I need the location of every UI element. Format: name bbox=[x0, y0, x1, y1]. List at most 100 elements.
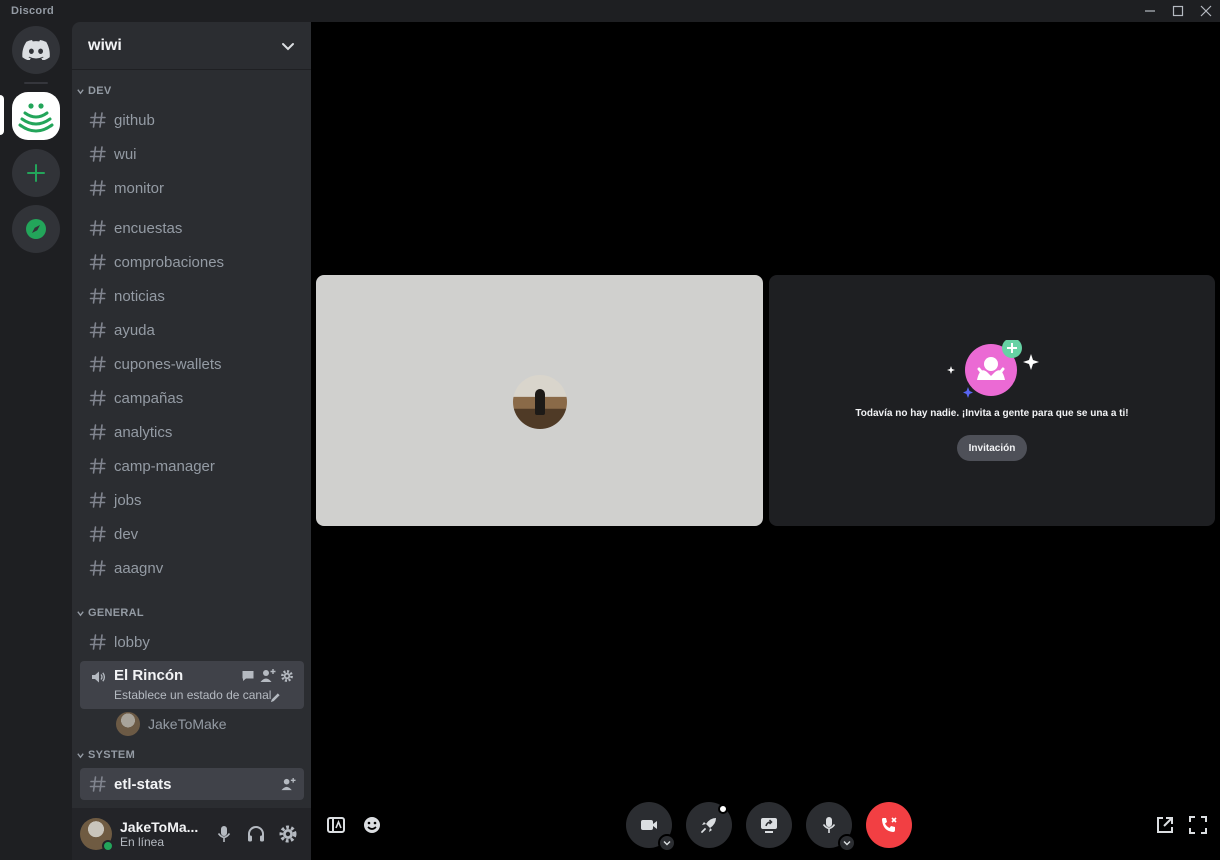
channel-label: comprobaciones bbox=[114, 253, 225, 271]
maximize-button[interactable] bbox=[1164, 0, 1192, 22]
settings-gear-icon[interactable] bbox=[278, 824, 298, 844]
user-status: En línea bbox=[120, 835, 165, 849]
disconnect-button[interactable] bbox=[866, 802, 912, 848]
call-stage: Todavía no hay nadie. ¡Invita a gente pa… bbox=[311, 22, 1220, 860]
channel-campanas[interactable]: campañas bbox=[80, 382, 304, 414]
category-label: DEV bbox=[88, 85, 112, 97]
voice-channel-el-rincon[interactable]: El Rincón Establece un estado de canal bbox=[80, 661, 304, 709]
channel-aaagnv[interactable]: aaagnv bbox=[80, 552, 304, 584]
channel-dev[interactable]: dev bbox=[80, 518, 304, 550]
hash-icon bbox=[89, 458, 106, 474]
plus-icon bbox=[27, 164, 45, 182]
maximize-icon bbox=[1172, 5, 1184, 17]
chevron-down-icon bbox=[77, 752, 84, 758]
activity-panel-icon[interactable] bbox=[325, 814, 347, 836]
channel-wui[interactable]: wui bbox=[80, 138, 304, 170]
channel-camp-manager[interactable]: camp-manager bbox=[80, 450, 304, 482]
rocket-icon bbox=[701, 818, 716, 833]
guild-name: wiwi bbox=[88, 36, 122, 54]
discord-logo-icon bbox=[22, 40, 50, 60]
hash-icon bbox=[89, 146, 106, 162]
mute-button[interactable] bbox=[806, 802, 856, 852]
channel-ayuda[interactable]: ayuda bbox=[80, 314, 304, 346]
channel-label: aaagnv bbox=[114, 559, 164, 577]
gear-icon[interactable] bbox=[280, 669, 294, 683]
add-member-icon[interactable] bbox=[260, 668, 276, 684]
channel-cupones-wallets[interactable]: cupones-wallets bbox=[80, 348, 304, 380]
channel-sidebar: wiwi DEV github wui monitor encuestas compro… bbox=[72, 22, 311, 860]
pencil-icon[interactable] bbox=[270, 692, 281, 703]
online-status-indicator bbox=[102, 840, 114, 852]
screen-share-button[interactable] bbox=[746, 802, 792, 848]
fullscreen-icon[interactable] bbox=[1187, 814, 1209, 836]
user-meta[interactable]: JakeToMa... En línea bbox=[120, 819, 198, 849]
guild-header[interactable]: wiwi bbox=[72, 22, 311, 70]
close-window-button[interactable] bbox=[1192, 0, 1220, 22]
activities-button[interactable] bbox=[686, 802, 732, 848]
video-camera-icon bbox=[641, 820, 657, 830]
hash-icon bbox=[89, 492, 106, 508]
channel-label: camp-manager bbox=[114, 457, 215, 475]
participant-tile[interactable] bbox=[316, 275, 763, 526]
hash-icon bbox=[89, 322, 106, 338]
channel-label: monitor bbox=[114, 179, 165, 197]
direct-messages-button[interactable] bbox=[12, 26, 60, 74]
channel-noticias[interactable]: noticias bbox=[80, 280, 304, 312]
add-server-button[interactable] bbox=[12, 149, 60, 197]
channel-label: encuestas bbox=[114, 219, 183, 237]
channel-label: github bbox=[114, 111, 155, 129]
category-dev[interactable]: DEV bbox=[76, 85, 112, 97]
channel-encuestas[interactable]: encuestas bbox=[80, 212, 304, 244]
mic-options-button[interactable] bbox=[838, 834, 856, 852]
chevron-down-icon bbox=[282, 42, 294, 50]
channel-analytics[interactable]: analytics bbox=[80, 416, 304, 448]
minimize-button[interactable] bbox=[1136, 0, 1164, 22]
invite-button[interactable]: Invitación bbox=[957, 435, 1027, 461]
microphone-icon[interactable] bbox=[214, 824, 234, 844]
channel-jobs[interactable]: jobs bbox=[80, 484, 304, 516]
hash-icon bbox=[89, 776, 106, 792]
server-wiwi-button[interactable] bbox=[12, 92, 60, 140]
chat-icon[interactable] bbox=[241, 669, 255, 683]
voice-channel-status[interactable]: Establece un estado de canal bbox=[114, 688, 271, 702]
chevron-down-icon bbox=[77, 88, 84, 94]
channel-label: ayuda bbox=[114, 321, 155, 339]
channel-lobby[interactable]: lobby bbox=[80, 626, 304, 658]
wiwi-logo-icon bbox=[18, 103, 54, 133]
headphones-icon[interactable] bbox=[246, 824, 266, 844]
channel-etl-stats[interactable]: etl-stats bbox=[80, 768, 304, 800]
channel-label: cupones-wallets bbox=[114, 355, 222, 373]
hash-icon bbox=[89, 526, 106, 542]
voice-channel-name: El Rincón bbox=[114, 667, 184, 684]
hang-up-icon bbox=[882, 817, 897, 832]
user-avatar[interactable] bbox=[80, 818, 114, 852]
voice-participant[interactable]: JakeToMake bbox=[116, 712, 227, 736]
channel-comprobaciones[interactable]: comprobaciones bbox=[80, 246, 304, 278]
channel-label: noticias bbox=[114, 287, 165, 305]
hash-icon bbox=[89, 254, 106, 270]
hash-icon bbox=[89, 634, 106, 650]
hash-icon bbox=[89, 288, 106, 304]
channel-label: etl-stats bbox=[114, 775, 172, 793]
hash-icon bbox=[89, 390, 106, 406]
user-panel: JakeToMa... En línea bbox=[72, 808, 311, 860]
emoji-icon[interactable] bbox=[361, 814, 383, 836]
hash-icon bbox=[89, 424, 106, 440]
close-icon bbox=[1200, 5, 1212, 17]
camera-button[interactable] bbox=[626, 802, 676, 852]
category-system[interactable]: SYSTEM bbox=[76, 749, 135, 761]
channel-github[interactable]: github bbox=[80, 104, 304, 136]
speaker-icon bbox=[92, 671, 106, 683]
camera-options-button[interactable] bbox=[658, 834, 676, 852]
active-server-indicator bbox=[0, 95, 4, 135]
hash-icon bbox=[89, 180, 106, 196]
add-member-icon[interactable] bbox=[281, 777, 296, 792]
pop-out-icon[interactable] bbox=[1154, 814, 1176, 836]
channel-monitor[interactable]: monitor bbox=[80, 172, 304, 204]
channel-label: jobs bbox=[114, 491, 142, 509]
minimize-icon bbox=[1145, 10, 1155, 12]
explore-servers-button[interactable] bbox=[12, 205, 60, 253]
server-rail bbox=[0, 22, 72, 860]
category-general[interactable]: GENERAL bbox=[76, 607, 144, 619]
invite-people-icon bbox=[947, 340, 1039, 398]
